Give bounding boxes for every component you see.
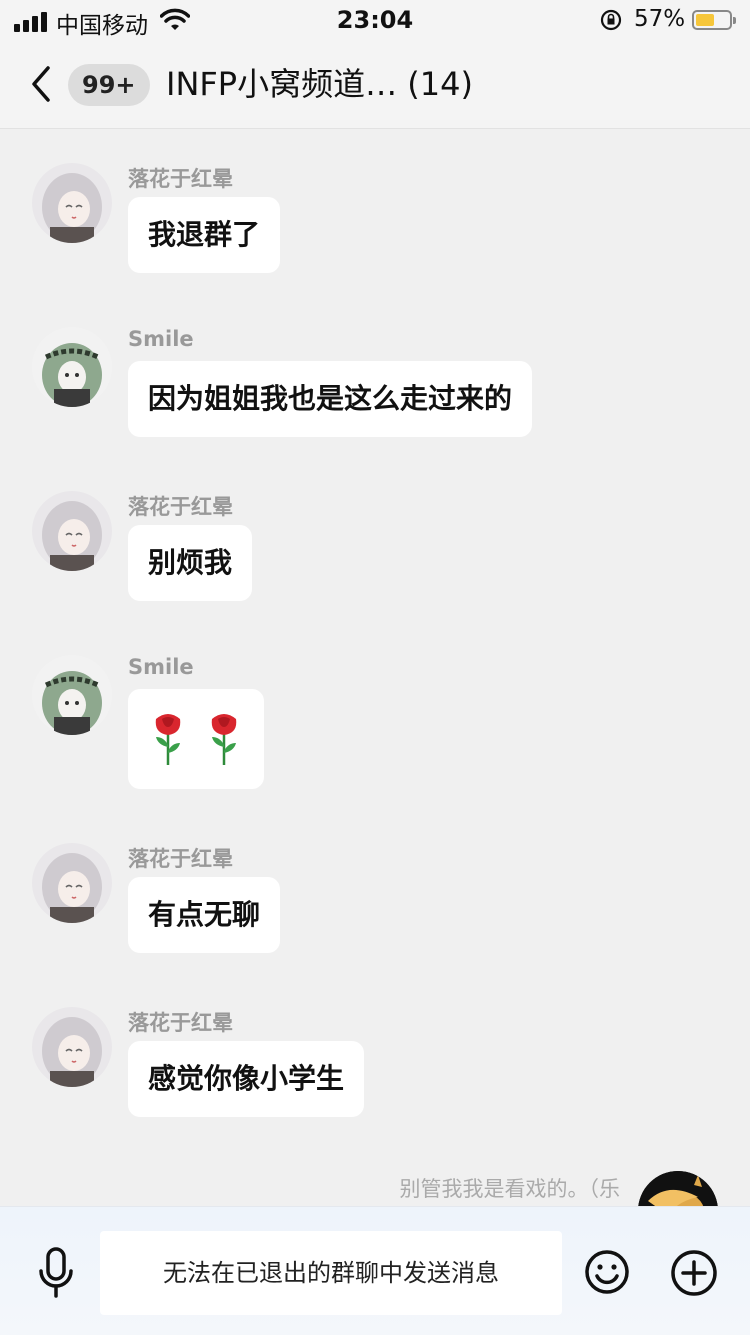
plus-circle-icon[interactable]: [670, 1249, 718, 1297]
message-bubble[interactable]: 因为姐姐我也是这么走过来的: [128, 361, 533, 437]
chevron-left-icon[interactable]: [26, 62, 56, 106]
sender-name: 落花于红晕: [128, 847, 233, 871]
sender-name: 落花于红晕: [128, 1011, 233, 1035]
avatar-green-hair[interactable]: [32, 327, 112, 407]
sender-name: Smile: [128, 327, 194, 351]
battery-icon: [692, 10, 736, 30]
message-bubble[interactable]: 有点无聊: [128, 877, 281, 953]
sender-name: 落花于红晕: [128, 495, 233, 519]
message-bubble[interactable]: 我退群了: [128, 197, 281, 273]
message-bubble[interactable]: 别烦我: [128, 525, 253, 601]
battery-level-fill: [696, 14, 714, 26]
emoji-message-bubble[interactable]: [128, 689, 264, 789]
input-bar: 无法在已退出的群聊中发送消息: [0, 1206, 750, 1335]
orientation-lock-icon: [600, 9, 622, 31]
microphone-icon[interactable]: [36, 1247, 76, 1299]
message-bubble[interactable]: 感觉你像小学生: [128, 1041, 365, 1117]
avatar-silver-hair[interactable]: [32, 491, 112, 571]
battery-percent: 57%: [634, 6, 686, 32]
sender-name: 落花于红晕: [128, 167, 233, 191]
unread-count-badge[interactable]: 99+: [68, 64, 150, 106]
rose-icon: [211, 714, 237, 765]
sender-name: Smile: [128, 655, 194, 679]
message-list[interactable]: 落花于红晕 我退群了 Smile 因为姐姐我也是这么走过来的 落花于红晕 别烦我…: [0, 129, 750, 1206]
chat-header: 99+ INFP小窝频道… (14): [0, 40, 750, 129]
status-bar: 中国移动 23:04 57%: [0, 0, 750, 40]
avatar-pony[interactable]: [638, 1171, 718, 1206]
smiley-icon[interactable]: [584, 1249, 630, 1295]
message-input[interactable]: 无法在已退出的群聊中发送消息: [100, 1231, 562, 1315]
avatar-green-hair[interactable]: [32, 655, 112, 735]
partial-message-text: 别管我我是看戏的。（乐: [399, 1177, 621, 1201]
rose-icon: [155, 714, 181, 765]
avatar-silver-hair[interactable]: [32, 843, 112, 923]
avatar-silver-hair[interactable]: [32, 1007, 112, 1087]
avatar-silver-hair[interactable]: [32, 163, 112, 243]
chat-title[interactable]: INFP小窝频道… (14): [166, 62, 473, 106]
